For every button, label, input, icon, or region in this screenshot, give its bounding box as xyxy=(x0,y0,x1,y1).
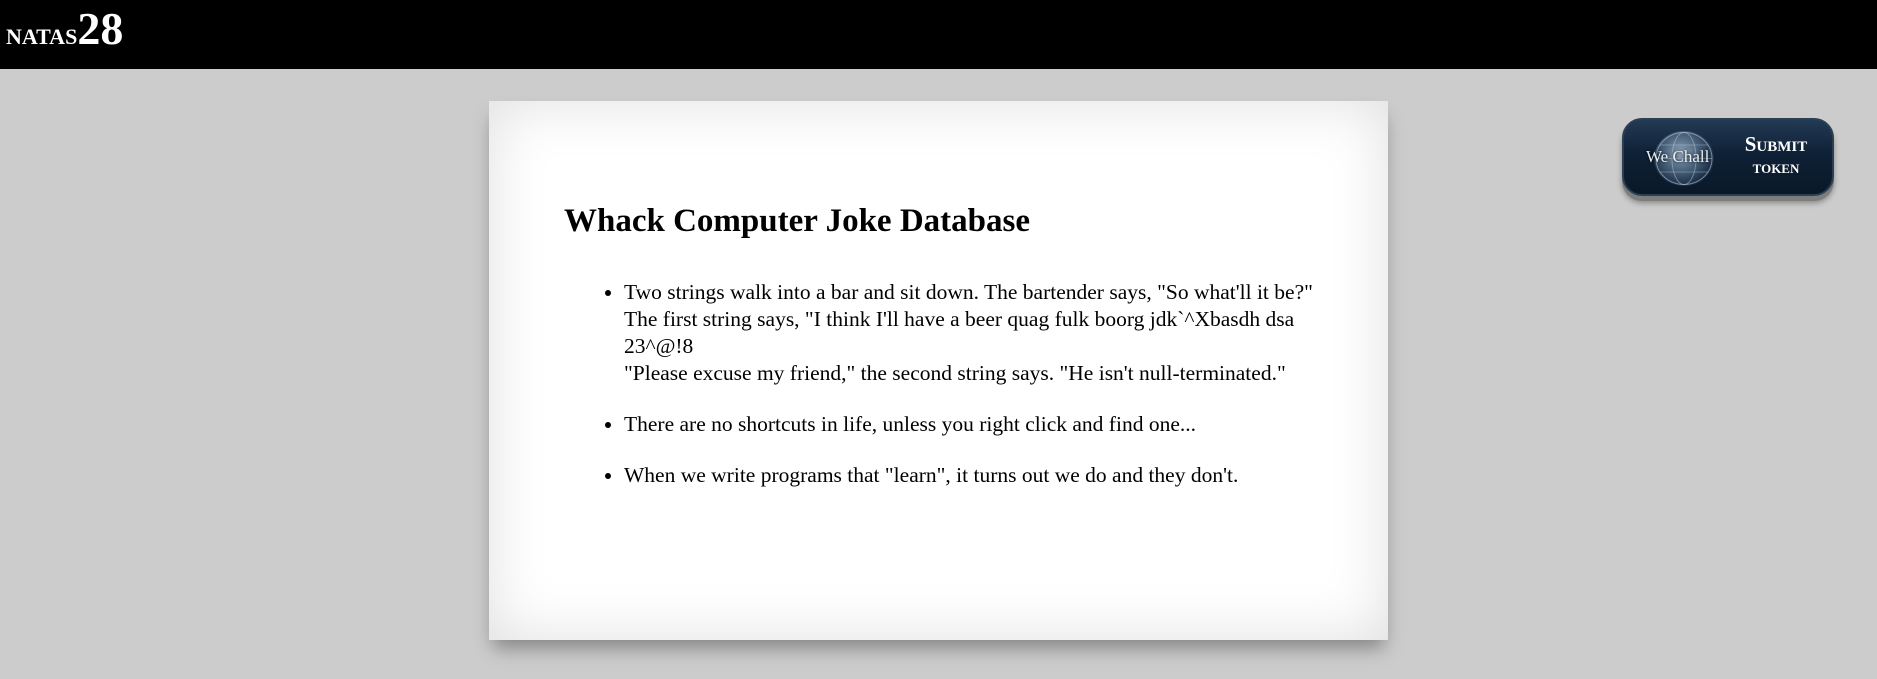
submit-token-label: Submit token xyxy=(1728,133,1824,179)
joke-line: There are no shortcuts in life, unless y… xyxy=(624,412,1196,436)
page-title: Whack Computer Joke Database xyxy=(564,203,1030,239)
header-bar: natas28 xyxy=(0,0,1877,69)
wechall-submit-token-button[interactable]: We Chall Submit token xyxy=(1622,118,1834,196)
joke-item: There are no shortcuts in life, unless y… xyxy=(624,411,1324,438)
joke-line: "Please excuse my friend," the second st… xyxy=(624,361,1286,385)
logo-number: 28 xyxy=(77,3,124,54)
joke-line: Two strings walk into a bar and sit down… xyxy=(624,280,1313,304)
joke-item: When we write programs that "learn", it … xyxy=(624,462,1324,489)
site-logo[interactable]: natas28 xyxy=(6,6,123,52)
submit-label-line2: token xyxy=(1752,157,1800,178)
joke-line: When we write programs that "learn", it … xyxy=(624,463,1239,487)
joke-item: Two strings walk into a bar and sit down… xyxy=(624,279,1324,387)
joke-list: Two strings walk into a bar and sit down… xyxy=(564,279,1324,513)
joke-line: The first string says, "I think I'll hav… xyxy=(624,307,1295,358)
submit-label-line1: Submit xyxy=(1744,132,1808,156)
content-panel: Whack Computer Joke Database Two strings… xyxy=(489,101,1388,640)
logo-name: natas xyxy=(6,16,78,51)
wechall-logo-text: We Chall xyxy=(1646,147,1710,166)
